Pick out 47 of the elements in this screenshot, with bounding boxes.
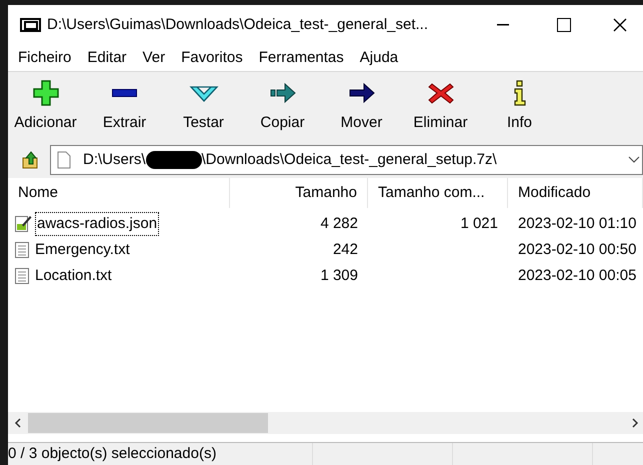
file-edit-icon (14, 215, 32, 233)
text-file-icon (14, 241, 30, 259)
scroll-left-icon[interactable] (14, 418, 22, 428)
menu-item[interactable]: Ajuda (352, 46, 406, 70)
column-header[interactable]: Tamanho (230, 178, 368, 208)
minus-icon (112, 89, 137, 98)
table-cell-text: 242 (332, 240, 358, 260)
table-cell-text: 2023-02-10 00:05 (518, 266, 636, 286)
menu-item[interactable]: Ver (134, 46, 174, 70)
window-title: D:\Users\Guimas\Downloads\Odeica_test-_general_set... (47, 14, 428, 35)
menu-item[interactable]: Editar (79, 46, 135, 70)
path-text: \Downloads\Odeica_test-_general_setup.7z\ (202, 150, 497, 170)
table-cell-text: 1 021 (460, 214, 498, 234)
address-field[interactable]: D:\Users\ \Downloads\Odeica_test-_general_setup.7z\ (50, 145, 643, 175)
toolbar-button[interactable]: Eliminar (401, 75, 480, 139)
column-header[interactable]: Nome (8, 178, 230, 208)
app-logo-icon (20, 18, 41, 32)
toolbar-button[interactable]: Adicionar (6, 75, 85, 139)
toolbar-button[interactable]: Copiar (243, 75, 322, 139)
table-cell-text: 2023-02-10 00:50 (518, 240, 636, 260)
toolbar-button[interactable]: Mover (322, 75, 401, 139)
scrollbar-thumb[interactable] (28, 413, 268, 433)
file-name[interactable]: Emergency.txt (33, 238, 132, 262)
horizontal-scrollbar[interactable] (8, 412, 643, 434)
table-cell-text: 4 282 (320, 214, 358, 234)
text-file-icon (14, 267, 30, 285)
menu-item[interactable]: Favoritos (173, 46, 251, 70)
document-icon (57, 151, 71, 169)
close-icon (613, 18, 627, 32)
scroll-right-icon[interactable] (631, 418, 639, 428)
dropdown-caret-icon[interactable] (628, 156, 640, 164)
table-cell-text: 2023-02-10 01:10 (518, 214, 636, 234)
minimize-icon (497, 24, 509, 26)
column-header[interactable]: Modificado (508, 178, 643, 208)
status-text: 0 / 3 objecto(s) seleccionado(s) (8, 444, 216, 464)
redaction-mark (146, 151, 202, 169)
path-text: D:\Users\ (83, 150, 146, 170)
file-name[interactable]: awacs-radios.json (35, 212, 160, 236)
toolbar-button[interactable]: Info (480, 75, 559, 139)
table-cell-text: 1 309 (320, 266, 358, 286)
menu-item[interactable]: Ferramentas (250, 46, 352, 70)
maximize-icon (557, 18, 571, 32)
menu-item[interactable]: Ficheiro (10, 46, 80, 70)
toolbar-button[interactable]: Testar (164, 75, 243, 139)
file-name[interactable]: Location.txt (33, 264, 114, 288)
toolbar-button[interactable]: Extrair (85, 75, 164, 139)
column-header[interactable]: Tamanho com... (368, 178, 508, 208)
